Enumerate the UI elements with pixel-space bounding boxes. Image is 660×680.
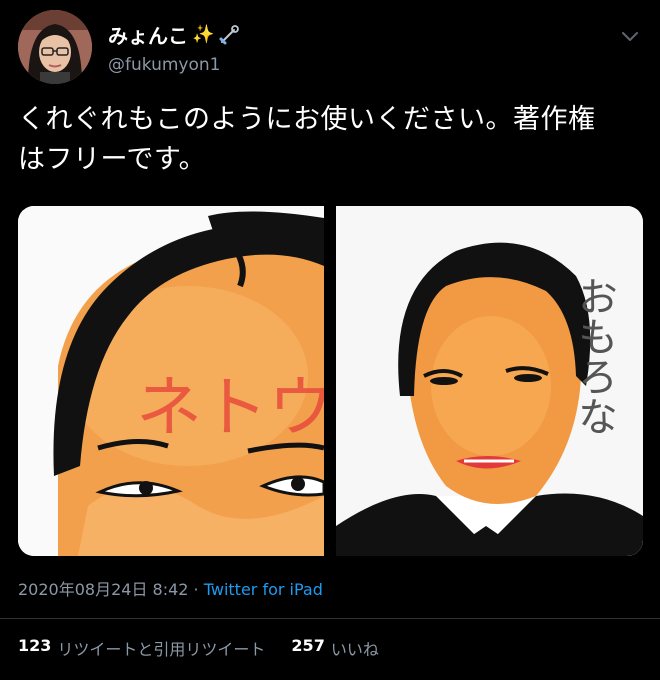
author-name-row[interactable]: みょんこ ✨: [108, 20, 240, 49]
meta-separator: ·: [188, 580, 204, 599]
engagement-stats: 123 リツイートと引用リツイート 257 いいね: [18, 636, 379, 660]
tweet-meta: 2020年08月24日 8:42 · Twitter for iPad: [18, 576, 323, 600]
retweets-label[interactable]: リツイートと引用リツイート: [57, 636, 265, 660]
tweet-text-line: はフリーです。: [18, 144, 207, 175]
avatar-photo: [18, 10, 92, 84]
tweet-header: みょんこ ✨ @fukumyon1: [18, 10, 642, 88]
avatar[interactable]: [18, 10, 92, 84]
media-grid: ネトウヨ おもろな: [18, 206, 643, 556]
likes-label[interactable]: いいね: [331, 636, 379, 660]
drawing-man-in-suit: おもろな: [336, 206, 643, 556]
author-display-name[interactable]: みょんこ: [108, 20, 188, 49]
chevron-down-icon[interactable]: [618, 24, 642, 48]
media-image-left[interactable]: ネトウヨ: [18, 206, 324, 556]
timestamp[interactable]: 2020年08月24日 8:42: [18, 580, 188, 599]
retweets-count[interactable]: 123: [18, 636, 51, 660]
handwritten-text: おもろな: [571, 276, 617, 436]
graffiti-text: ネトウヨ: [136, 369, 324, 446]
media-image-right[interactable]: おもろな: [336, 206, 643, 556]
author-handle[interactable]: @fukumyon1: [108, 55, 220, 75]
divider: [0, 618, 660, 619]
likes-count[interactable]: 257: [291, 636, 324, 660]
tweet-text: くれぐれもこのようにお使いください。著作権 はフリーです。: [18, 100, 638, 180]
source-link[interactable]: Twitter for iPad: [204, 580, 323, 599]
sparkles-icon: ✨: [192, 24, 215, 45]
safety-pin-icon: [219, 24, 240, 44]
drawing-face-closeup: ネトウヨ: [18, 206, 324, 556]
tweet-text-line: くれぐれもこのようにお使いください。著作権: [18, 104, 596, 135]
